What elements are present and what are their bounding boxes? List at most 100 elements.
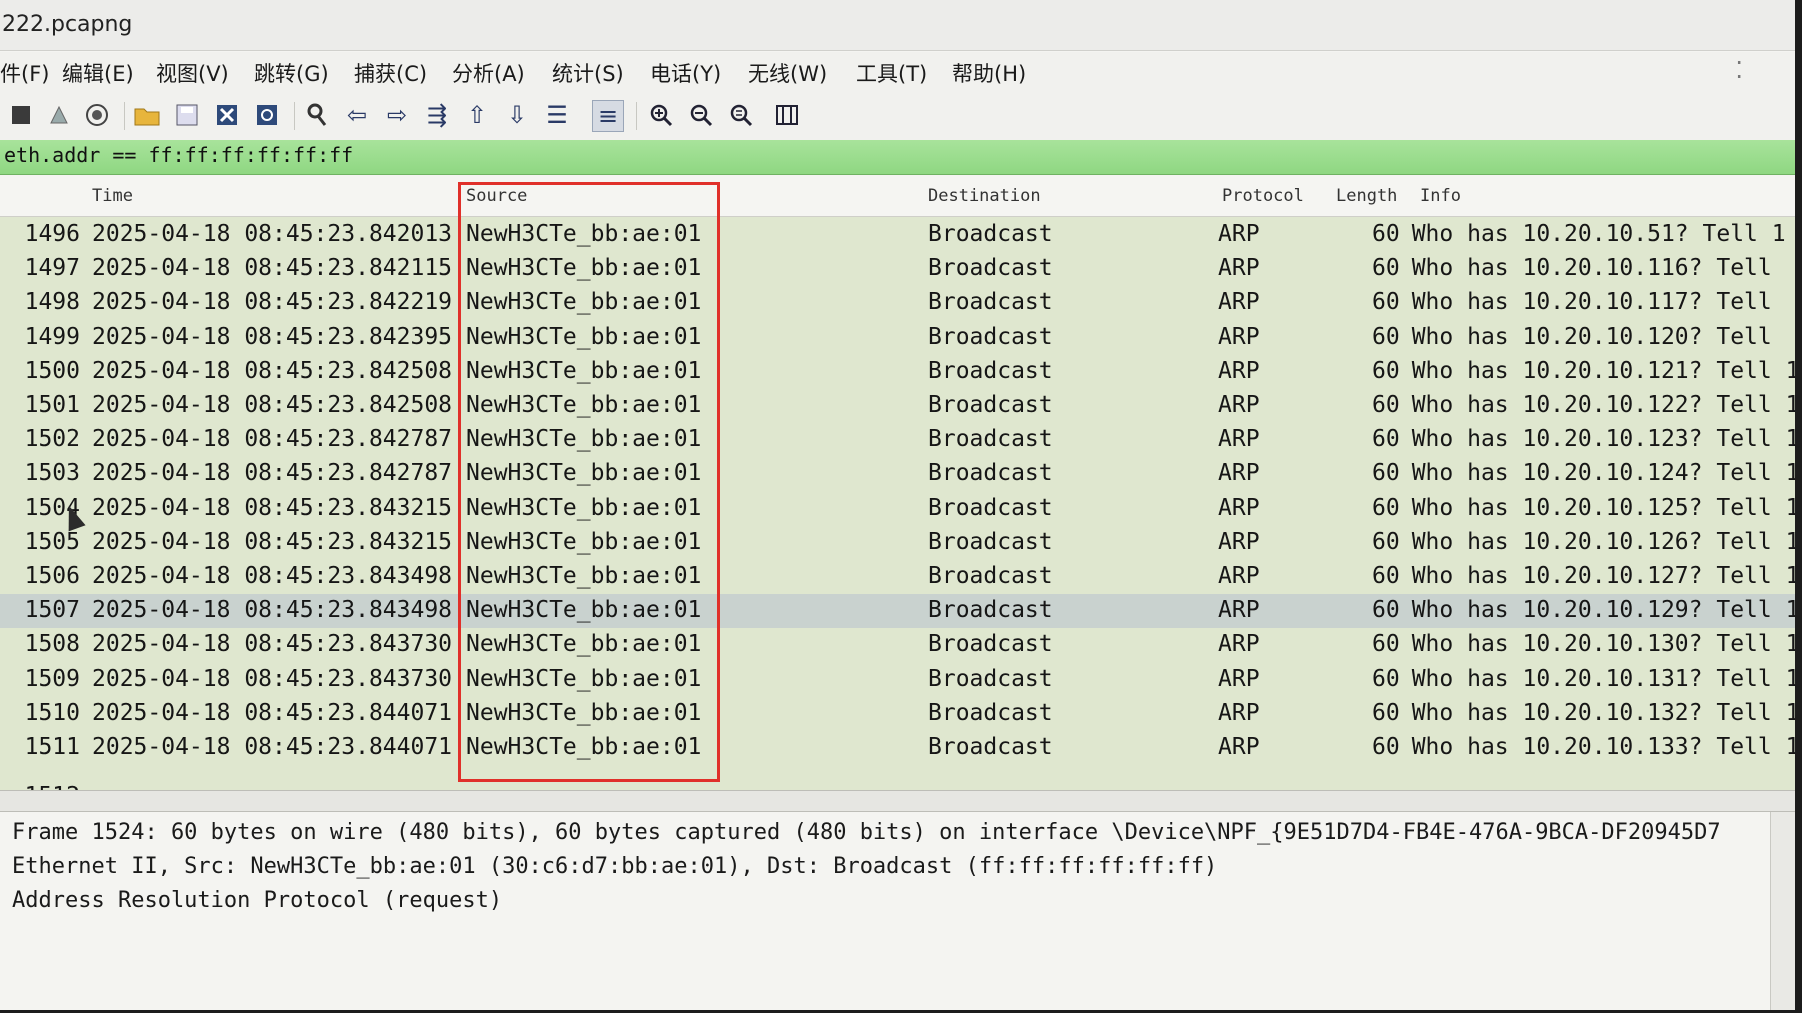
cell-time: 2025-04-18 08:45:23.842219	[92, 289, 453, 316]
table-row[interactable]: 1502 2025-04-18 08:45:23.842787 NewH3CTe_b…	[0, 423, 1795, 457]
go-to-packet-icon[interactable]: ⇶	[422, 100, 452, 130]
cell-info: Who has 10.20.10.116? Tell	[1411, 255, 1772, 282]
close-file-icon[interactable]	[212, 100, 242, 130]
cell-source: NewH3CTe_bb:ae:01	[466, 460, 702, 487]
cell-protocol: ARP	[1218, 426, 1260, 453]
go-forward-icon[interactable]: ⇨	[382, 100, 412, 130]
cell-no: 1497	[24, 255, 80, 282]
cell-source: NewH3CTe_bb:ae:01	[466, 631, 702, 658]
menu-help[interactable]: 帮助(H)	[952, 58, 1026, 88]
cell-length-info: 60 Who has 10.20.10.129? Tell 1	[1372, 597, 1795, 623]
column-header-destination[interactable]: Destination	[928, 186, 1041, 206]
cell-destination: Broadcast	[928, 528, 1053, 555]
menu-statistics[interactable]: 统计(S)	[552, 58, 624, 88]
table-row[interactable]: 1508 2025-04-18 08:45:23.843730 NewH3CTe_b…	[0, 628, 1795, 662]
autoscroll-icon[interactable]: ☰	[542, 100, 572, 130]
find-packet-icon[interactable]	[302, 100, 332, 130]
menu-capture[interactable]: 捕获(C)	[354, 58, 427, 88]
zoom-normal-icon[interactable]	[726, 100, 756, 130]
cell-no: 1501	[24, 392, 80, 418]
table-row[interactable]: 1509 2025-04-18 08:45:23.843730 NewH3CTe_b…	[0, 663, 1795, 697]
pane-splitter[interactable]	[0, 790, 1795, 812]
table-row[interactable]: 1506 2025-04-18 08:45:23.843498 NewH3CTe_b…	[0, 560, 1795, 594]
cell-info: Who has 10.20.10.125? Tell 1	[1411, 494, 1795, 521]
cell-source: NewH3CTe_bb:ae:01	[466, 528, 702, 555]
packet-list-header: Time Source Destination Protocol Length …	[0, 176, 1795, 217]
resize-columns-icon[interactable]	[772, 100, 802, 130]
cell-protocol: ARP	[1218, 289, 1260, 316]
cell-destination: Broadcast	[928, 357, 1053, 384]
cell-protocol: ARP	[1218, 255, 1260, 282]
table-row-partial[interactable]: 1512	[0, 780, 1795, 790]
cell-destination: Broadcast	[928, 699, 1053, 726]
zoom-in-icon[interactable]	[646, 100, 676, 130]
save-file-icon[interactable]	[172, 100, 202, 130]
table-row[interactable]: 1498 2025-04-18 08:45:23.842219 NewH3CTe_b…	[0, 286, 1795, 320]
restart-capture-icon[interactable]	[44, 100, 74, 130]
menu-edit[interactable]: 编辑(E)	[62, 58, 134, 88]
cell-no: 1511	[24, 734, 80, 760]
cell-length-info: 60 Who has 10.20.10.125? Tell 1	[1372, 495, 1795, 521]
cell-destination: Broadcast	[928, 460, 1053, 487]
detail-frame[interactable]: Frame 1524: 60 bytes on wire (480 bits),…	[12, 820, 1721, 845]
cell-source: NewH3CTe_bb:ae:01	[466, 665, 702, 692]
table-row[interactable]: 1500 2025-04-18 08:45:23.842508 NewH3CTe_b…	[0, 355, 1795, 389]
table-row[interactable]: 1499 2025-04-18 08:45:23.842395 NewH3CTe_b…	[0, 321, 1795, 355]
table-row[interactable]: 1510 2025-04-18 08:45:23.844071 NewH3CTe_b…	[0, 697, 1795, 731]
capture-options-icon[interactable]	[82, 100, 112, 130]
colorize-icon[interactable]: ≡	[592, 100, 624, 132]
cell-protocol: ARP	[1218, 597, 1260, 624]
cell-source: NewH3CTe_bb:ae:01	[466, 734, 702, 760]
detail-arp[interactable]: Address Resolution Protocol (request)	[12, 888, 502, 913]
column-header-length[interactable]: Length	[1336, 186, 1397, 206]
open-file-icon[interactable]	[132, 100, 162, 130]
menu-go[interactable]: 跳转(G)	[254, 58, 329, 88]
table-row[interactable]: 1504 2025-04-18 08:45:23.843215 NewH3CTe_b…	[0, 492, 1795, 526]
cell-length-info: 60 Who has 10.20.10.133? Tell 1	[1372, 734, 1795, 760]
menu-tools[interactable]: 工具(T)	[856, 58, 927, 88]
table-row[interactable]: 1505 2025-04-18 08:45:23.843215 NewH3CTe_b…	[0, 526, 1795, 560]
cell-info: Who has 10.20.10.131? Tell 1	[1411, 665, 1795, 692]
cell-length-info: 60 Who has 10.20.10.116? Tell	[1372, 255, 1772, 281]
cell-destination: Broadcast	[928, 597, 1053, 624]
detail-ethernet[interactable]: Ethernet II, Src: NewH3CTe_bb:ae:01 (30:…	[12, 854, 1217, 879]
menu-file[interactable]: 件(F)	[0, 58, 49, 88]
details-scrollbar[interactable]	[1770, 812, 1795, 1010]
cell-length-info: 60 Who has 10.20.10.130? Tell 1	[1372, 631, 1795, 657]
zoom-out-icon[interactable]	[686, 100, 716, 130]
cell-length-info: 60 Who has 10.20.10.120? Tell	[1372, 324, 1772, 350]
column-header-time[interactable]: Time	[92, 186, 133, 206]
cell-info: Who has 10.20.10.130? Tell 1	[1411, 631, 1795, 658]
go-back-icon[interactable]: ⇦	[342, 100, 372, 130]
menu-view[interactable]: 视图(V)	[156, 58, 229, 88]
reload-file-icon[interactable]	[252, 100, 282, 130]
table-row[interactable]: 1501 2025-04-18 08:45:23.842508 NewH3CTe_b…	[0, 389, 1795, 423]
menu-analyze[interactable]: 分析(A)	[452, 58, 525, 88]
display-filter-input[interactable]: eth.addr == ff:ff:ff:ff:ff:ff	[4, 143, 353, 167]
go-first-icon[interactable]: ⇧	[462, 100, 492, 130]
cell-source: NewH3CTe_bb:ae:01	[466, 597, 702, 624]
cell-length: 60	[1372, 631, 1400, 658]
table-row[interactable]: 1503 2025-04-18 08:45:23.842787 NewH3CTe_b…	[0, 457, 1795, 491]
display-filter-bar[interactable]: eth.addr == ff:ff:ff:ff:ff:ff	[0, 140, 1795, 175]
cell-destination: Broadcast	[928, 734, 1053, 760]
menu-bar: 件(F) 编辑(E) 视图(V) 跳转(G) 捕获(C) 分析(A) 统计(S)…	[0, 51, 1795, 94]
column-header-source[interactable]: Source	[466, 186, 527, 206]
column-header-protocol[interactable]: Protocol	[1222, 186, 1304, 206]
menu-wireless[interactable]: 无线(W)	[748, 58, 827, 88]
column-header-info[interactable]: Info	[1420, 186, 1461, 206]
cell-length: 60	[1372, 221, 1400, 247]
cell-time: 2025-04-18 08:45:23.843498	[92, 597, 453, 624]
table-row[interactable]: 1511 2025-04-18 08:45:23.844071 NewH3CTe_b…	[0, 731, 1795, 765]
table-row[interactable]: 1496 2025-04-18 08:45:23.842013 NewH3CTe_b…	[0, 218, 1795, 252]
table-row[interactable]: 1497 2025-04-18 08:45:23.842115 NewH3CTe_b…	[0, 252, 1795, 286]
go-last-icon[interactable]: ⇩	[502, 100, 532, 130]
table-row[interactable]: 1507 2025-04-18 08:45:23.843498 NewH3CTe_b…	[0, 594, 1795, 629]
stop-capture-icon[interactable]	[6, 100, 36, 130]
cell-no: 1500	[24, 357, 80, 384]
cell-source: NewH3CTe_bb:ae:01	[466, 699, 702, 726]
cell-length: 60	[1372, 255, 1400, 282]
overflow-dots-icon[interactable]: · ·	[1735, 51, 1743, 89]
packet-list[interactable]: Time Source Destination Protocol Length …	[0, 176, 1795, 790]
menu-telephony[interactable]: 电话(Y)	[650, 58, 721, 88]
